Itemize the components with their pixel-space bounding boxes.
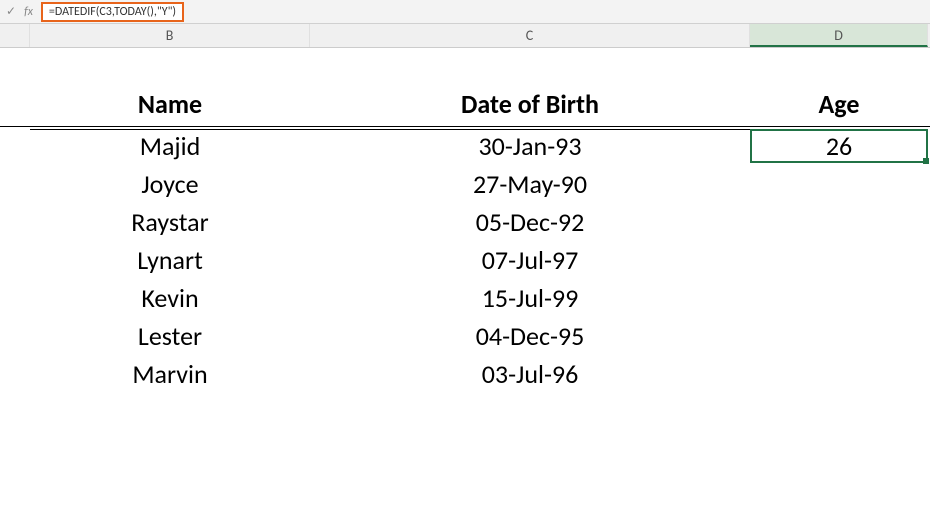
table-row: Raystar05-Dec-92 [0, 203, 930, 241]
cell-name[interactable]: Lester [30, 320, 310, 352]
formula-input[interactable]: =DATEDIF(C3,TODAY(),"Y") [41, 2, 184, 22]
col-header-c[interactable]: C [310, 24, 750, 47]
table-row: Lynart07-Jul-97 [0, 241, 930, 279]
header-dob[interactable]: Date of Birth [310, 88, 750, 120]
cell-dob[interactable]: 07-Jul-97 [310, 244, 750, 276]
cell-age[interactable]: 26 [750, 129, 928, 163]
cell-dob[interactable]: 03-Jul-96 [310, 358, 750, 390]
table-row: Kevin15-Jul-99 [0, 279, 930, 317]
cell-name[interactable]: Raystar [30, 206, 310, 238]
cell-name[interactable]: Majid [30, 130, 310, 162]
cell-name[interactable]: Joyce [30, 168, 310, 200]
fx-label: fx [24, 5, 33, 19]
cell-dob[interactable]: 05-Dec-92 [310, 206, 750, 238]
header-name[interactable]: Name [30, 88, 310, 120]
cell-dob[interactable]: 15-Jul-99 [310, 282, 750, 314]
cell-dob[interactable]: 04-Dec-95 [310, 320, 750, 352]
cell-name[interactable]: Marvin [30, 358, 310, 390]
table-row: Marvin03-Jul-96 [0, 355, 930, 393]
table-row: Majid30-Jan-9326 [0, 127, 930, 165]
col-header-b[interactable]: B [30, 24, 310, 47]
check-icon: ✓ [6, 4, 16, 19]
col-header-d[interactable]: D [750, 24, 928, 47]
table-header-row: Name Date of Birth Age [0, 88, 930, 127]
formula-bar: ✓ fx =DATEDIF(C3,TODAY(),"Y") [0, 0, 930, 24]
cell-dob[interactable]: 27-May-90 [310, 168, 750, 200]
col-header-a[interactable] [0, 24, 30, 47]
spreadsheet-grid: Name Date of Birth Age Majid30-Jan-9326J… [0, 48, 930, 393]
table-row: Joyce27-May-90 [0, 165, 930, 203]
cell-name[interactable]: Lynart [30, 244, 310, 276]
header-age[interactable]: Age [750, 88, 928, 120]
table-row: Lester04-Dec-95 [0, 317, 930, 355]
column-headers: B C D [0, 24, 930, 48]
cell-name[interactable]: Kevin [30, 282, 310, 314]
cell-dob[interactable]: 30-Jan-93 [310, 130, 750, 162]
